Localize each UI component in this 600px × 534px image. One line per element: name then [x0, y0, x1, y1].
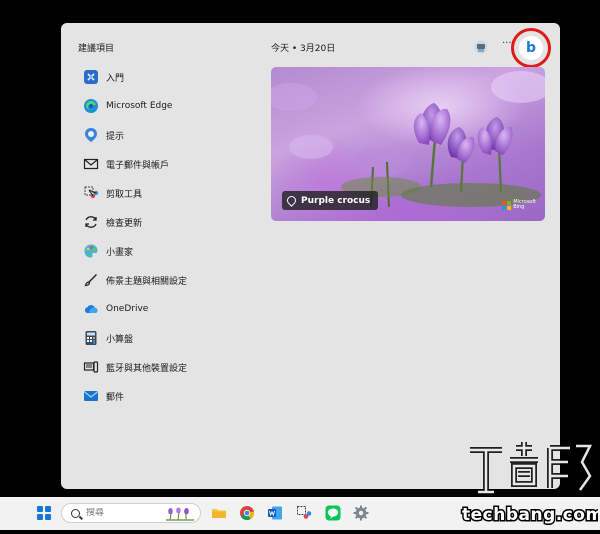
photo-card[interactable]: Purple crocus Microsoft Bing	[271, 67, 545, 221]
search-highlight-icon	[166, 506, 194, 521]
snipping-tool-taskbar-icon[interactable]	[296, 505, 312, 521]
logo-line-2: Bing	[513, 204, 525, 210]
chrome-icon[interactable]	[239, 505, 255, 521]
mail-icon	[83, 156, 99, 172]
svg-text:techbang.com: techbang.com	[462, 505, 598, 525]
list-item-label: 小畫家	[106, 247, 134, 258]
photo-caption-badge[interactable]: Purple crocus	[282, 191, 379, 210]
line-icon[interactable]	[325, 505, 341, 521]
search-icon	[71, 508, 80, 518]
brush-icon	[83, 272, 99, 288]
paint-icon	[83, 243, 99, 259]
list-item-label: 電子郵件與帳戶	[106, 160, 170, 171]
list-item-label: 剪取工具	[106, 189, 143, 200]
list-item-label: 佈景主題與相關設定	[106, 276, 188, 287]
file-explorer-icon[interactable]	[211, 505, 227, 521]
taskbar-search[interactable]	[61, 503, 201, 523]
list-item-label: 小算盤	[106, 334, 134, 345]
list-item-label: Microsoft Edge	[106, 101, 173, 111]
onedrive-icon	[83, 301, 99, 317]
list-item-edge[interactable]: Microsoft Edge	[83, 94, 258, 118]
section-title: 建議項目	[78, 44, 115, 54]
snipping-tool-icon	[83, 185, 99, 201]
edge-icon	[83, 98, 99, 114]
list-item-label: 提示	[106, 131, 125, 142]
search-input[interactable]	[86, 508, 146, 518]
list-item-calculator[interactable]: 小算盤	[83, 326, 258, 350]
list-item-paint[interactable]: 小畫家	[83, 239, 258, 263]
settings-gear-icon[interactable]	[353, 505, 369, 521]
location-pin-icon	[285, 194, 298, 207]
list-item-label: 檢查更新	[106, 218, 143, 229]
tips-icon	[83, 127, 99, 143]
list-item-tips[interactable]: 提示	[83, 123, 258, 147]
devices-icon	[83, 359, 99, 375]
photo-caption: Purple crocus	[301, 195, 371, 206]
list-item-snipping-tool[interactable]: 剪取工具	[83, 181, 258, 205]
user-avatar-icon[interactable]	[474, 39, 488, 54]
bing-button-highlight: b	[511, 28, 551, 68]
list-item-get-started[interactable]: 入門	[83, 65, 258, 89]
word-icon[interactable]	[267, 505, 283, 521]
mail-app-icon	[83, 388, 99, 404]
list-item-mail-app[interactable]: 郵件	[83, 384, 258, 408]
list-item-onedrive[interactable]: OneDrive	[83, 297, 258, 321]
list-item-email-accounts[interactable]: 電子郵件與帳戶	[83, 152, 258, 176]
windows-start-icon[interactable]	[37, 506, 51, 520]
techbang-watermark: techbang.com	[458, 436, 600, 530]
microsoft-logo-icon	[502, 200, 512, 210]
list-item-label: 入門	[106, 73, 125, 84]
microsoft-bing-logo: Microsoft Bing	[502, 200, 536, 210]
list-item-label: 藍牙與其他裝置設定	[106, 363, 188, 374]
list-item-bluetooth-devices[interactable]: 藍牙與其他裝置設定	[83, 355, 258, 379]
get-started-icon	[83, 69, 99, 85]
list-item-themes[interactable]: 佈景主題與相關設定	[83, 268, 258, 292]
list-item-label: OneDrive	[106, 304, 149, 314]
bing-button[interactable]: b	[519, 36, 543, 60]
refresh-icon	[83, 214, 99, 230]
list-item-check-updates[interactable]: 檢查更新	[83, 210, 258, 234]
widgets-panel: 建議項目 入門 Microsoft Edge 提示 電子郵件與帳戶 剪取工具 檢…	[61, 23, 560, 489]
list-item-label: 郵件	[106, 392, 125, 403]
calculator-icon	[83, 330, 99, 346]
today-date: 今天 • 3月20日	[271, 44, 336, 54]
